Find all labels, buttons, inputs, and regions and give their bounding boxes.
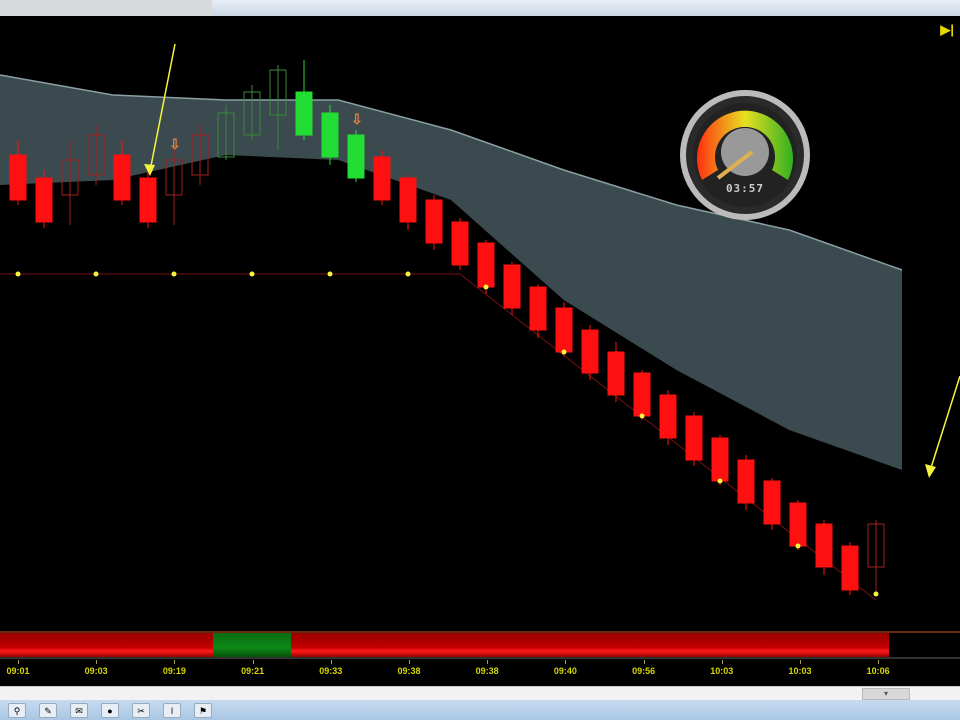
axis-tick	[18, 660, 19, 664]
app-icon-3[interactable]: ✉	[70, 703, 88, 718]
signal-bar	[0, 631, 960, 659]
app-icon-2[interactable]: ✎	[39, 703, 57, 718]
window-title-bar	[0, 0, 960, 16]
time-label: 09:01	[6, 666, 30, 676]
candle-body	[139, 177, 157, 223]
candle-body	[607, 351, 625, 396]
candle-body	[451, 221, 469, 266]
signal-dot	[93, 271, 99, 277]
candle-body	[35, 177, 53, 223]
time-label: 09:38	[475, 666, 499, 676]
app-icon-1[interactable]: ⚲	[8, 703, 26, 718]
app-icon-5[interactable]: ✂	[132, 703, 150, 718]
time-label: 09:38	[397, 666, 421, 676]
time-label: 10:03	[788, 666, 812, 676]
app-icon-6[interactable]: ǀ	[163, 703, 181, 718]
candle-body	[113, 154, 131, 201]
candle-body	[763, 480, 781, 525]
axis-tick	[252, 660, 254, 664]
app-icon-7[interactable]: ⚑	[194, 703, 212, 718]
annotation-arrow	[929, 375, 960, 472]
signal-segment-bear	[0, 633, 213, 657]
candle-body	[815, 523, 833, 568]
scrollbar-thumb[interactable]: ▾	[862, 688, 910, 700]
signal-segment-bull	[213, 633, 291, 657]
axis-tick	[878, 660, 880, 664]
signal-dot	[483, 284, 489, 290]
horizontal-scrollbar[interactable]: ▾	[0, 686, 960, 700]
candle-body	[347, 134, 365, 179]
down-arrow-icon: ⇩	[351, 111, 363, 127]
time-label: 09:21	[241, 666, 265, 676]
signal-dot	[327, 271, 333, 277]
axis-tick	[800, 660, 801, 664]
signal-dot	[15, 271, 21, 277]
down-arrow-icon: ⇩	[169, 136, 181, 152]
signal-dot	[249, 271, 255, 277]
time-label: 09:33	[319, 666, 343, 676]
axis-tick	[409, 660, 410, 664]
app-icon-4[interactable]: ●	[101, 703, 119, 718]
candle-body	[659, 394, 677, 439]
skip-end-icon[interactable]: ▶|	[940, 22, 954, 38]
arrow-head-icon	[925, 464, 936, 478]
axis-tick	[565, 660, 567, 664]
candle-body	[503, 264, 521, 309]
candle-body	[555, 307, 573, 353]
axis-tick	[487, 660, 489, 664]
signal-dot	[873, 591, 879, 597]
candle-body	[321, 112, 339, 158]
signal-dot	[171, 271, 177, 277]
candle-body	[477, 242, 495, 288]
time-label: 09:56	[632, 666, 656, 676]
time-label: 10:06	[866, 666, 890, 676]
signal-segment-bear	[291, 633, 889, 657]
candle-body	[529, 286, 547, 331]
candle-body	[633, 372, 651, 417]
candle-body	[789, 502, 807, 547]
time-label: 09:19	[162, 666, 186, 676]
gauge-dial-icon	[680, 90, 810, 220]
gauge-time: 03:57	[725, 182, 765, 195]
axis-tick	[174, 660, 176, 664]
candle-body	[737, 459, 755, 504]
axis-tick	[721, 660, 723, 664]
timer-gauge: 03:57	[680, 90, 810, 220]
window-tab[interactable]	[0, 0, 212, 16]
candle-body	[841, 545, 859, 591]
candle-body	[9, 154, 27, 201]
candle-body	[373, 156, 391, 201]
axis-tick	[96, 660, 98, 664]
candle-body	[425, 199, 443, 244]
time-label: 09:03	[84, 666, 108, 676]
price-chart[interactable]: ⇩⇩	[0, 16, 960, 630]
candle-body	[711, 437, 729, 482]
taskbar: ⚲ ✎ ✉ ● ✂ ǀ ⚑	[0, 700, 960, 720]
time-label: 10:03	[710, 666, 734, 676]
candle-body	[399, 177, 417, 223]
candle-body	[685, 415, 703, 461]
candle-body	[295, 91, 313, 136]
signal-dot	[639, 413, 645, 419]
signal-dot	[717, 478, 723, 484]
axis-tick	[330, 660, 332, 664]
candle-body	[581, 329, 599, 374]
signal-dot	[561, 349, 567, 355]
time-axis: 09:01 09:03 09:19 09:21 09:33 09:38 09:38 09:40…	[0, 660, 960, 686]
time-label: 09:40	[553, 666, 577, 676]
axis-tick	[643, 660, 645, 664]
signal-dot	[795, 543, 801, 549]
signal-dot	[405, 271, 411, 277]
